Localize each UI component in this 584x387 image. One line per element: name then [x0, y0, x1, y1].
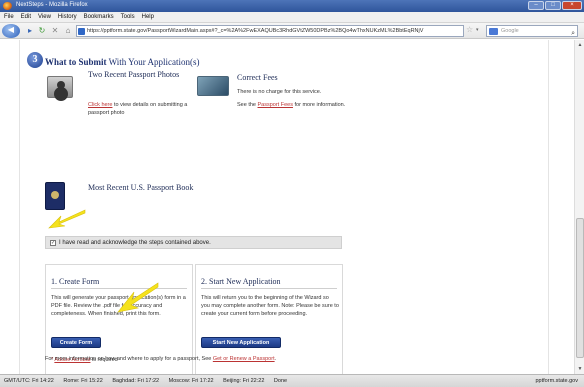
step-number-badge: 3 [27, 52, 43, 68]
firefox-icon [3, 2, 12, 10]
site-identity-icon[interactable] [78, 28, 85, 35]
menu-view[interactable]: View [38, 14, 51, 20]
search-placeholder: Google [501, 28, 519, 34]
back-icon[interactable]: ◀ [2, 24, 20, 38]
url-text: https://pptform.state.gov/PassportWizard… [87, 28, 424, 34]
fees-see-more: See the Passport Fees for more informati… [237, 101, 347, 109]
menu-tools[interactable]: Tools [121, 14, 135, 20]
divider [201, 288, 337, 289]
acknowledge-label: I have read and acknowledge the steps co… [59, 239, 211, 246]
home-icon[interactable]: ⌂ [62, 25, 74, 37]
status-bar: GMT/UTC: Fri 14:22 Rome: Fri 15:22 Baghd… [0, 374, 584, 387]
section-title-rest: With Your Application(s) [106, 57, 200, 67]
reload-icon[interactable]: ↻ [36, 25, 48, 37]
photo-details-link[interactable]: Click here [88, 102, 112, 108]
status-domain: pptform.state.gov [535, 378, 579, 384]
search-icon[interactable]: ⌕ [571, 28, 575, 39]
window-controls: – □ × [528, 1, 582, 10]
forward-icon[interactable]: ▸ [24, 25, 36, 37]
window-title: NextSteps - Mozilla Firefox [16, 2, 88, 8]
photos-title: Two Recent Passport Photos [88, 70, 180, 79]
start-new-application-button[interactable]: Start New Application [201, 337, 281, 348]
scroll-up-icon[interactable]: ▲ [576, 41, 584, 49]
menu-help[interactable]: Help [142, 14, 154, 20]
money-icon [197, 76, 229, 96]
minimize-icon[interactable]: – [528, 1, 544, 10]
photo-icon [47, 76, 73, 98]
menu-file[interactable]: File [4, 14, 14, 20]
page-border-left [19, 40, 20, 374]
clock-beijing: Beijing: Fri 22:22 [223, 378, 265, 384]
section-title-bold: What to Submit [45, 57, 107, 67]
menu-bookmarks[interactable]: Bookmarks [84, 14, 114, 20]
arrow-pointer-icon [112, 280, 160, 316]
search-input[interactable]: Google ⌕ [486, 25, 578, 37]
status-done: Done [273, 378, 288, 384]
clock-rome: Rome: Fri 15:22 [63, 378, 103, 384]
footer-info-text: For more information on how and where to… [45, 356, 213, 362]
acknowledge-bar: ✓ I have read and acknowledge the steps … [45, 236, 342, 249]
scroll-down-icon[interactable]: ▼ [576, 365, 584, 373]
passport-fees-link[interactable]: Passport Fees [258, 102, 293, 108]
bookmark-star-icon[interactable]: ☆ [466, 25, 473, 34]
create-form-button[interactable]: Create Form [51, 337, 101, 348]
section-title: What to Submit With Your Application(s) [45, 57, 200, 67]
clock-moscow: Moscow: Fri 17:22 [168, 378, 214, 384]
photos-description: Click here to view details on submitting… [88, 101, 193, 117]
fees-title: Correct Fees [237, 73, 278, 82]
start-new-title: 2. Start New Application [201, 277, 281, 286]
footer-info: For more information on how and where to… [45, 356, 276, 362]
clock-baghdad: Baghdad: Fri 17:22 [112, 378, 160, 384]
world-clocks: GMT/UTC: Fri 14:22 Rome: Fri 15:22 Baghd… [4, 375, 295, 387]
acknowledge-checkbox[interactable]: ✓ [50, 239, 56, 246]
fees-rest-text: for more information. [292, 102, 346, 108]
scrollbar-thumb[interactable] [576, 218, 584, 358]
menu-bar: File Edit View History Bookmarks Tools H… [0, 12, 584, 23]
menu-edit[interactable]: Edit [21, 14, 31, 20]
url-bar[interactable]: https://pptform.state.gov/PassportWizard… [76, 25, 464, 37]
window-titlebar: NextSteps - Mozilla Firefox – □ × [0, 0, 584, 12]
passport-title: Most Recent U.S. Passport Book [88, 183, 194, 192]
start-new-description: This will return you to the beginning of… [201, 295, 339, 317]
arrow-pointer-svg [117, 282, 159, 313]
page-content: 3 What to Submit With Your Application(s… [0, 40, 574, 376]
search-engine-icon[interactable] [489, 28, 498, 35]
vertical-scrollbar[interactable]: ▲ ▼ [574, 40, 584, 374]
url-dropdown-icon[interactable]: ▾ [476, 27, 479, 33]
page-border-right [548, 40, 549, 374]
stop-icon[interactable]: ✕ [49, 25, 61, 37]
fees-see-text: See the [237, 102, 258, 108]
navigation-toolbar: ◀ ▸ ↻ ✕ ⌂ https://pptform.state.gov/Pass… [0, 23, 584, 39]
close-icon[interactable]: × [562, 1, 582, 10]
maximize-icon[interactable]: □ [545, 1, 561, 10]
get-renew-passport-link[interactable]: Get or Renew a Passport [213, 356, 275, 362]
clock-gmt: GMT/UTC: Fri 14:22 [4, 378, 54, 384]
arrow-pointer-icon [45, 206, 87, 232]
create-form-title: 1. Create Form [51, 277, 100, 286]
arrow-pointer-svg [48, 209, 86, 229]
menu-history[interactable]: History [58, 14, 77, 20]
footer-period: . [274, 356, 277, 362]
fees-no-charge: There is no charge for this service. [237, 89, 322, 95]
